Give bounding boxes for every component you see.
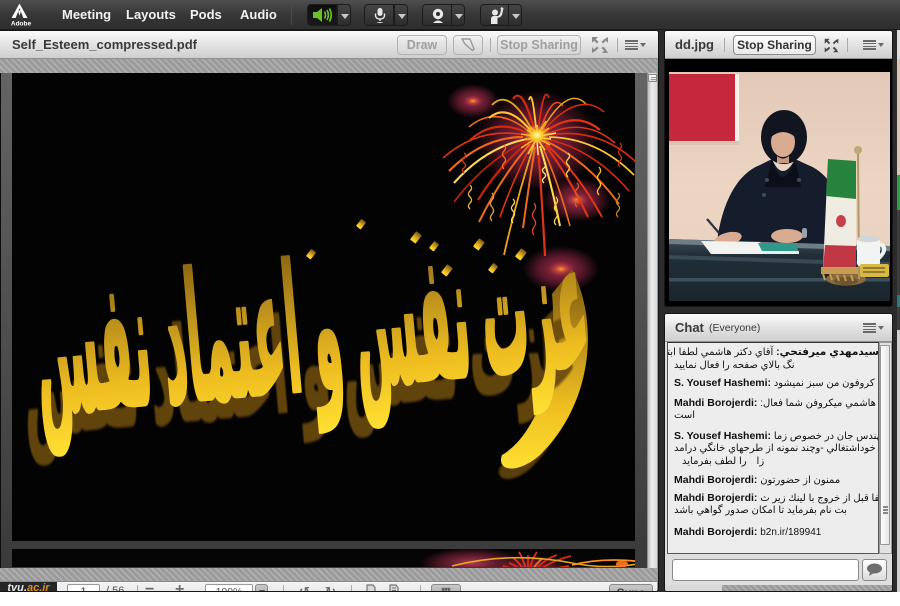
svg-text:Adobe: Adobe [11, 21, 32, 28]
